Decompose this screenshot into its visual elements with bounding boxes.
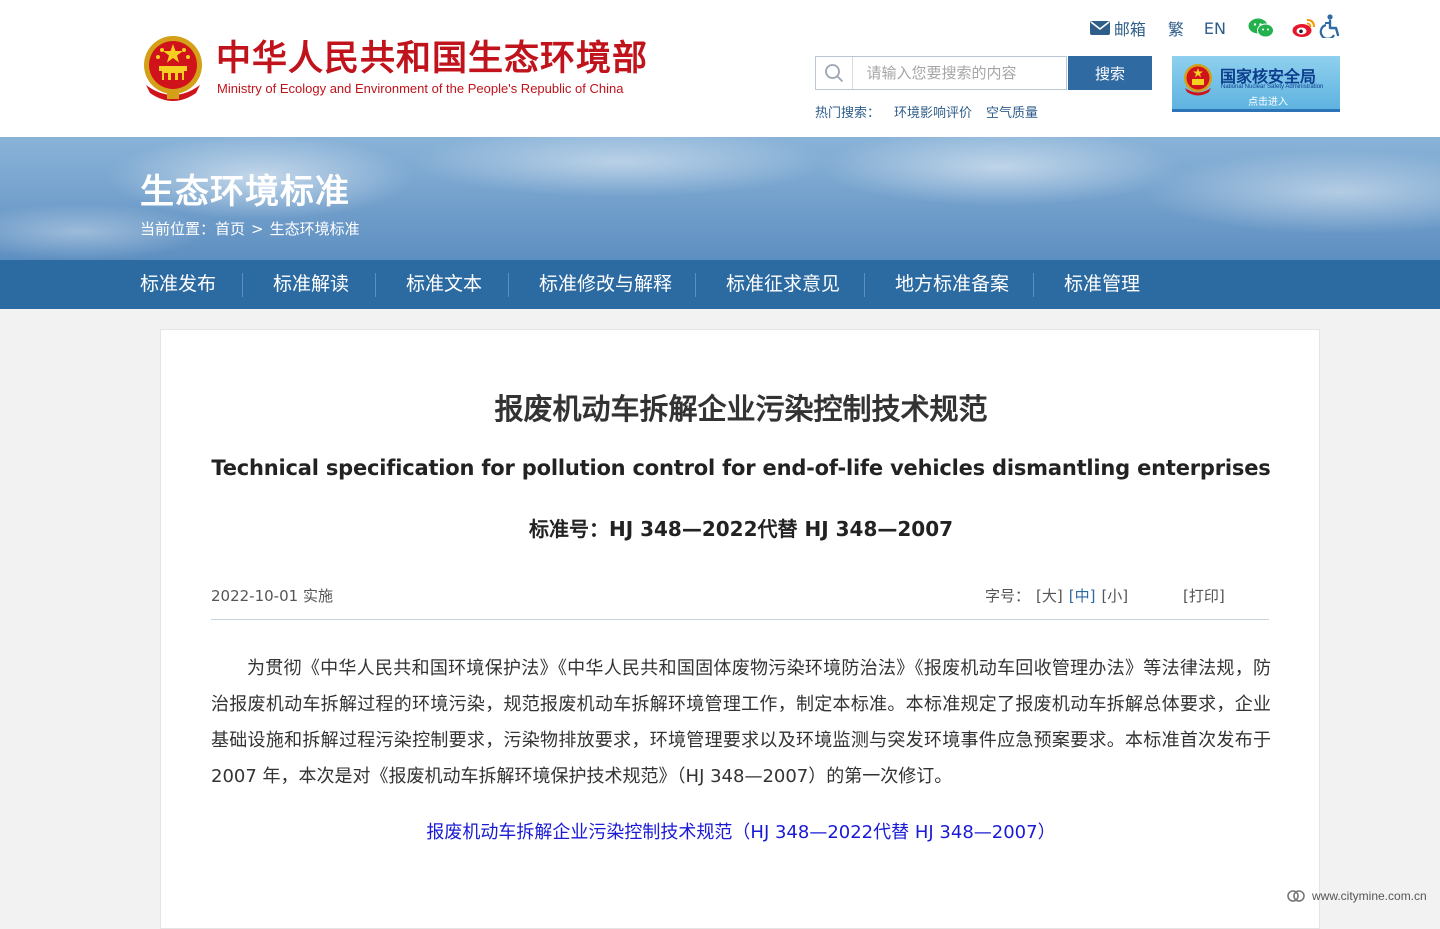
main-nav: 标准发布 标准解读 标准文本 标准修改与解释 标准征求意见 地方标准备案 标准管… bbox=[0, 260, 1440, 309]
search-box bbox=[815, 56, 1067, 90]
search-icon bbox=[816, 57, 853, 89]
wechat-icon[interactable] bbox=[1248, 18, 1274, 38]
hot-search: 热门搜索： 环境影响评价 空气质量 bbox=[815, 102, 1038, 121]
nnsa-enter-label: 点击进入 bbox=[1248, 97, 1288, 108]
article-meta: 2022-10-01 实施 字号： [大] [中] [小] [打印] bbox=[211, 585, 1269, 620]
attachment-link[interactable]: 报废机动车拆解企业污染控制技术规范（HJ 348—2022代替 HJ 348—2… bbox=[161, 818, 1321, 844]
font-size-small-button[interactable]: [小] bbox=[1101, 587, 1128, 605]
breadcrumb: 当前位置：首页 > 生态环境标准 bbox=[140, 218, 360, 239]
nav-item-standard-text[interactable]: 标准文本 bbox=[406, 260, 482, 309]
breadcrumb-home[interactable]: 首页 bbox=[215, 220, 245, 238]
search-input[interactable] bbox=[852, 57, 1066, 89]
font-size-label: 字号： bbox=[985, 587, 1031, 605]
watermark-logo-icon bbox=[1287, 890, 1305, 902]
nnsa-subtitle: National Nuclear Safety Administration bbox=[1221, 84, 1324, 90]
site-header: 中华人民共和国生态环境部 Ministry of Ecology and Env… bbox=[0, 0, 1440, 137]
breadcrumb-separator: > bbox=[251, 220, 264, 238]
nav-item-standard-interpretation[interactable]: 标准解读 bbox=[273, 260, 349, 309]
watermark: www.citymine.com.cn bbox=[1287, 889, 1427, 903]
watermark-text: www.citymine.com.cn bbox=[1312, 889, 1427, 903]
article-title: 报废机动车拆解企业污染控制技术规范 bbox=[494, 392, 988, 426]
accessibility-icon[interactable] bbox=[1319, 14, 1341, 42]
effective-date: 2022-10-01 实施 bbox=[211, 587, 333, 605]
nav-divider bbox=[375, 273, 376, 297]
nav-divider bbox=[508, 273, 509, 297]
font-size-medium-button[interactable]: [中] bbox=[1069, 587, 1096, 605]
breadcrumb-label: 当前位置： bbox=[140, 220, 216, 238]
standard-number: 标准号：HJ 348—2022代替 HJ 348—2007 bbox=[528, 517, 954, 541]
english-link[interactable]: EN bbox=[1204, 19, 1226, 38]
article-card: 报废机动车拆解企业污染控制技术规范 Technical specificatio… bbox=[160, 329, 1320, 929]
nav-item-standard-release[interactable]: 标准发布 bbox=[140, 260, 216, 309]
nav-divider bbox=[242, 273, 243, 297]
traditional-chinese-link[interactable]: 繁 bbox=[1168, 16, 1184, 40]
font-size-controls: 字号： [大] [中] [小] bbox=[985, 585, 1128, 606]
top-links: 邮箱 繁 EN bbox=[1089, 16, 1334, 40]
nav-item-local-standard-filing[interactable]: 地方标准备案 bbox=[895, 260, 1009, 309]
section-title: 生态环境标准 bbox=[140, 172, 350, 212]
site-subtitle: Ministry of Ecology and Environment of t… bbox=[217, 81, 624, 96]
font-size-large-button[interactable]: [大] bbox=[1036, 587, 1063, 605]
print-button[interactable]: [打印] bbox=[1183, 585, 1225, 606]
section-banner: 生态环境标准 当前位置：首页 > 生态环境标准 bbox=[0, 137, 1440, 260]
hot-search-link-air-quality[interactable]: 空气质量 bbox=[986, 106, 1038, 121]
nnsa-banner-link[interactable]: 国家核安全局 National Nuclear Safety Administr… bbox=[1172, 56, 1340, 112]
national-emblem-icon[interactable] bbox=[140, 33, 206, 103]
nav-divider bbox=[864, 273, 865, 297]
hot-search-label: 热门搜索： bbox=[815, 106, 881, 121]
nav-item-standard-management[interactable]: 标准管理 bbox=[1064, 260, 1140, 309]
mail-label: 邮箱 bbox=[1113, 20, 1146, 39]
search-button[interactable]: 搜索 bbox=[1068, 56, 1152, 90]
breadcrumb-current[interactable]: 生态环境标准 bbox=[270, 220, 360, 238]
nnsa-emblem-icon bbox=[1184, 64, 1212, 96]
article-body: 为贯彻《中华人民共和国环境保护法》《中华人民共和国固体废物污染环境防治法》《报废… bbox=[211, 658, 1271, 787]
nav-item-standard-consultation[interactable]: 标准征求意见 bbox=[726, 260, 840, 309]
weibo-icon[interactable] bbox=[1292, 18, 1316, 38]
article-english-title: Technical specification for pollution co… bbox=[211, 456, 1271, 480]
nav-divider bbox=[695, 273, 696, 297]
site-title[interactable]: 中华人民共和国生态环境部 bbox=[216, 38, 648, 80]
mail-icon bbox=[1089, 21, 1110, 35]
mail-link[interactable]: 邮箱 bbox=[1089, 16, 1146, 40]
hot-search-link-eia[interactable]: 环境影响评价 bbox=[894, 106, 972, 121]
nav-item-standard-amendment[interactable]: 标准修改与解释 bbox=[539, 260, 672, 309]
nav-divider bbox=[1033, 273, 1034, 297]
